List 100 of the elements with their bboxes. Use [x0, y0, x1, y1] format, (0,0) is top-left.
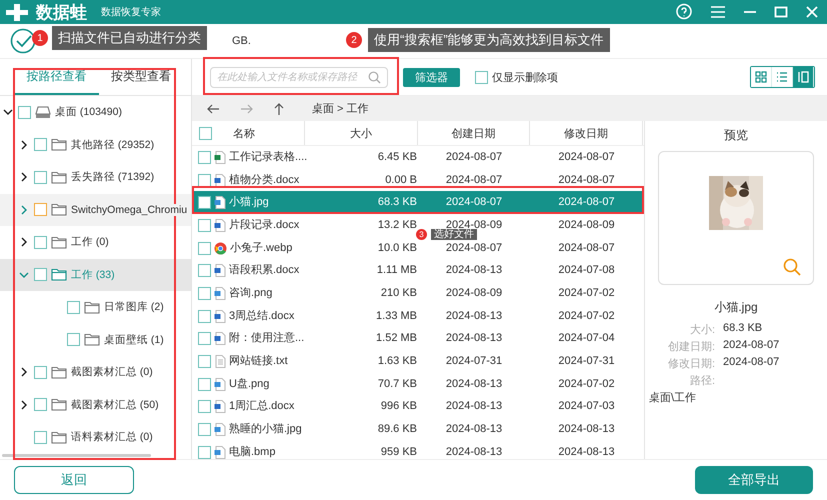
created-date: 2024-08-13	[446, 446, 502, 458]
tree-item[interactable]: 桌面 (103490)	[0, 96, 191, 128]
checkbox[interactable]	[198, 196, 211, 210]
checkbox[interactable]	[198, 310, 211, 323]
tree-item[interactable]: 其他路径 (29352)	[0, 128, 191, 161]
back-arrow-icon[interactable]	[206, 104, 220, 114]
view-tab[interactable]: 按类型查看	[98, 59, 183, 95]
checkbox[interactable]	[198, 150, 211, 164]
forward-arrow-icon[interactable]	[240, 104, 254, 114]
modified-date: 2024-08-13	[558, 423, 615, 436]
minimize-icon[interactable]	[743, 10, 757, 14]
checkbox[interactable]	[34, 366, 47, 379]
tree-label: 桌面 (103490)	[55, 105, 122, 120]
created-date: 2024-08-13	[446, 264, 502, 276]
detail-label: 路径:	[688, 374, 715, 388]
checkbox[interactable]	[198, 286, 211, 300]
search-icon[interactable]	[783, 258, 801, 276]
columns-view-button[interactable]	[793, 67, 814, 87]
list-icon[interactable]	[776, 71, 788, 83]
checkbox[interactable]	[198, 400, 211, 414]
tree-item[interactable]: 工作 (0)	[0, 226, 191, 258]
document-file-icon	[214, 174, 226, 187]
folder-icon	[51, 170, 67, 184]
file-size: 89.6 KB	[378, 423, 417, 436]
step-number-badge: 2	[346, 32, 362, 48]
file-size: 1.11 MB	[376, 264, 417, 276]
checkbox[interactable]	[198, 218, 211, 232]
caret-icon[interactable]	[19, 172, 29, 182]
checkbox[interactable]	[198, 332, 211, 346]
selected-row-highlight[interactable]: 小猫.jpg 68.3 KB 2024-08-07 2024-08-07	[192, 191, 644, 214]
tree-item[interactable]: 日常图库 (2)	[0, 291, 191, 324]
checkbox[interactable]	[475, 70, 488, 84]
close-icon[interactable]	[805, 5, 819, 19]
file-size: 1.33 MB	[376, 310, 417, 322]
created-date: 2024-08-13	[446, 310, 502, 322]
checkbox[interactable]	[34, 430, 47, 444]
caret-icon[interactable]	[3, 107, 13, 118]
checkbox[interactable]	[34, 203, 47, 216]
image-file-icon	[214, 423, 226, 436]
export-all-button[interactable]: 全部导出	[695, 466, 813, 494]
tree-item[interactable]: 桌面壁纸 (1)	[0, 324, 191, 356]
columns-icon[interactable]	[797, 71, 809, 83]
modified-date: 2024-07-04	[558, 332, 615, 344]
document-file-icon	[214, 218, 226, 232]
modified-date: 2024-08-07	[558, 242, 615, 254]
help-icon[interactable]	[675, 3, 693, 21]
column-header[interactable]: 名称	[233, 126, 255, 140]
checkbox[interactable]	[18, 106, 31, 119]
checkbox[interactable]	[198, 355, 211, 368]
column-header[interactable]: 修改日期	[564, 126, 608, 140]
select-all-checkbox[interactable]	[199, 126, 212, 140]
menu-icon[interactable]	[710, 5, 726, 19]
tree-item[interactable]: SwitchyOmega_Chromiu	[0, 194, 191, 226]
grid-view-button[interactable]	[751, 67, 772, 87]
tree-label: 桌面壁纸 (1)	[104, 332, 164, 347]
checkbox[interactable]	[198, 423, 211, 436]
folder-icon	[84, 300, 100, 314]
checkbox[interactable]	[198, 242, 211, 255]
caret-icon[interactable]	[19, 140, 29, 150]
tree-label: 工作 (0)	[71, 235, 109, 250]
checkbox[interactable]	[34, 236, 47, 249]
checkbox[interactable]	[67, 333, 80, 346]
detail-value: 68.3 KB	[723, 322, 764, 336]
column-header[interactable]: 创建日期	[452, 126, 496, 140]
file-size: 10.0 KB	[378, 242, 417, 254]
caret-icon[interactable]	[19, 237, 29, 248]
file-size: 1.63 KB	[378, 355, 417, 368]
grid-icon[interactable]	[755, 71, 767, 83]
checkbox[interactable]	[34, 138, 47, 152]
caret-icon[interactable]	[19, 367, 29, 378]
checkbox[interactable]	[34, 268, 47, 282]
checkbox[interactable]	[198, 446, 211, 459]
checkbox[interactable]	[198, 378, 211, 391]
step-number-badge: 1	[32, 30, 48, 46]
back-button[interactable]: 返回	[14, 466, 134, 494]
checkbox[interactable]	[34, 170, 47, 184]
up-arrow-icon[interactable]	[274, 102, 284, 116]
file-size: 1.52 MB	[376, 332, 417, 344]
caret-icon[interactable]	[19, 400, 29, 410]
file-size: 210 KB	[380, 286, 417, 299]
checkbox[interactable]	[34, 398, 47, 412]
checkbox[interactable]	[198, 264, 211, 278]
detail-value: 桌面\工作	[649, 390, 698, 405]
tree-item[interactable]: 截图素材汇总 (50)	[0, 388, 191, 421]
column-header[interactable]: 大小	[350, 126, 372, 140]
checkbox[interactable]	[67, 300, 80, 314]
view-tab[interactable]: 按路径查看	[14, 59, 98, 95]
modified-date: 2024-07-02	[558, 310, 615, 322]
file-name: 植物分类.docx	[229, 174, 300, 186]
preview-file-name: 小猫.jpg	[714, 299, 758, 316]
maximize-icon[interactable]	[774, 5, 788, 19]
folder-icon	[51, 366, 67, 379]
filter-button[interactable]: 筛选器	[403, 68, 460, 86]
tree-item[interactable]: 丢失路径 (71392)	[0, 161, 191, 194]
modified-date: 2024-07-08	[558, 264, 615, 276]
checkbox[interactable]	[198, 174, 211, 187]
search-icon[interactable]	[368, 70, 381, 84]
tree-item[interactable]: 语料素材汇总 (0)	[0, 421, 191, 453]
text-file-icon	[214, 355, 226, 368]
tree-item[interactable]: 截图素材汇总 (0)	[0, 356, 191, 388]
